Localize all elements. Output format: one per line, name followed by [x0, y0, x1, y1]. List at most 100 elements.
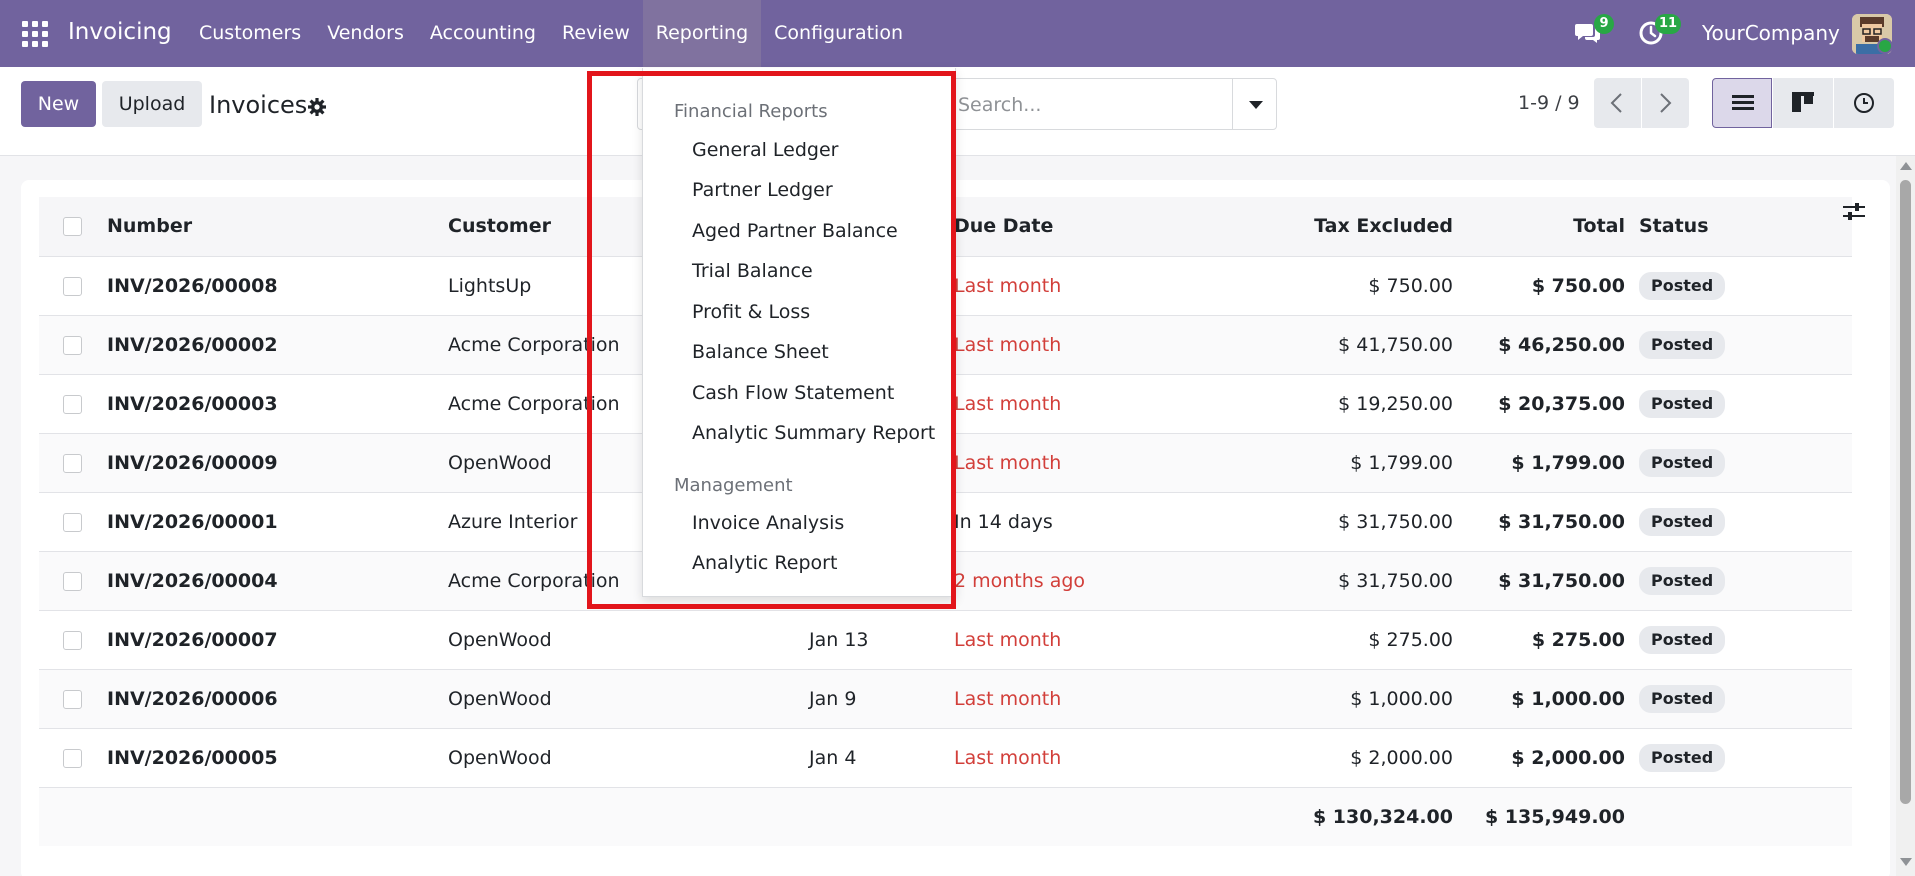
status-badge: Posted: [1639, 566, 1726, 595]
tax-excluded-amount: $ 31,750.00: [1154, 551, 1453, 611]
total-amount: $ 2,000.00: [1453, 728, 1625, 788]
kanban-view-button[interactable]: [1773, 78, 1833, 128]
vertical-scrollbar[interactable]: [1896, 156, 1915, 876]
kanban-view-icon: [1792, 92, 1814, 112]
customer-name: OpenWood: [448, 728, 809, 788]
due-date: Last month: [954, 433, 1154, 493]
upload-button[interactable]: Upload: [102, 81, 202, 127]
column-header-due-date[interactable]: Due Date: [954, 197, 1154, 257]
total-amount: $ 1,799.00: [1453, 433, 1625, 493]
total-amount: $ 46,250.00: [1453, 315, 1625, 375]
invoice-date: Jan 13: [809, 610, 954, 670]
due-date: In 14 days: [954, 492, 1154, 552]
app-name[interactable]: Invoicing: [68, 19, 172, 45]
menu-reporting[interactable]: Reporting: [642, 0, 762, 67]
invoice-number: INV/2026/00006: [107, 669, 448, 729]
search-input[interactable]: [958, 91, 1208, 119]
tax-excluded-amount: $ 750.00: [1154, 256, 1453, 316]
invoice-number: INV/2026/00001: [107, 492, 448, 552]
invoice-number: INV/2026/00008: [107, 256, 448, 316]
select-all-checkbox[interactable]: [63, 217, 82, 237]
tax-excluded-amount: $ 31,750.00: [1154, 492, 1453, 552]
column-header-total[interactable]: Total: [1453, 197, 1625, 257]
invoice-date: Jan 4: [809, 728, 954, 788]
row-checkbox[interactable]: [63, 335, 82, 355]
list-view-icon: [1732, 95, 1754, 110]
chevron-left-icon: [1610, 93, 1622, 113]
status-badge: Posted: [1639, 684, 1726, 713]
status-badge: Posted: [1639, 448, 1726, 477]
tax-excluded-amount: $ 1,799.00: [1154, 433, 1453, 493]
tax-excluded-amount: $ 2,000.00: [1154, 728, 1453, 788]
activity-view-button[interactable]: [1834, 78, 1894, 128]
chat-count-badge: 9: [1594, 14, 1614, 34]
row-checkbox[interactable]: [63, 512, 82, 532]
list-view-button[interactable]: [1712, 78, 1772, 128]
pager-next-button[interactable]: [1642, 78, 1689, 128]
column-header-tax-excluded[interactable]: Tax Excluded: [1154, 197, 1453, 257]
menu-configuration[interactable]: Configuration: [761, 0, 916, 67]
tax-excluded-amount: $ 19,250.00: [1154, 374, 1453, 434]
gear-icon[interactable]: [307, 97, 327, 117]
company-switcher[interactable]: YourCompany: [1702, 21, 1840, 45]
row-checkbox[interactable]: [63, 394, 82, 414]
online-status-dot: [1877, 38, 1893, 54]
due-date: Last month: [954, 256, 1154, 316]
menu-accounting[interactable]: Accounting: [417, 0, 549, 67]
pager-previous-button[interactable]: [1594, 78, 1641, 128]
invoice-number: INV/2026/00003: [107, 374, 448, 434]
tax-excluded-amount: $ 275.00: [1154, 610, 1453, 670]
row-checkbox[interactable]: [63, 571, 82, 591]
status-badge: Posted: [1639, 625, 1726, 654]
column-header-status[interactable]: Status: [1625, 197, 1852, 257]
due-date: 2 months ago: [954, 551, 1154, 611]
scroll-down-arrow-icon[interactable]: [1900, 858, 1912, 866]
row-checkbox[interactable]: [63, 453, 82, 473]
invoice-number: INV/2026/00009: [107, 433, 448, 493]
new-button[interactable]: New: [21, 81, 96, 127]
total-amount: $ 20,375.00: [1453, 374, 1625, 434]
menu-customers[interactable]: Customers: [186, 0, 314, 67]
main-menu: Customers Vendors Accounting Review Repo…: [186, 0, 916, 67]
menu-review[interactable]: Review: [549, 0, 643, 67]
pager-value[interactable]: 1-9 / 9: [1518, 92, 1580, 114]
chevron-right-icon: [1660, 93, 1672, 113]
table-row[interactable]: INV/2026/00005 OpenWood Jan 4 Last month $ 2…: [39, 728, 1852, 788]
sum-tax-excluded: $ 130,324.00: [1312, 805, 1453, 828]
app-switcher-icon[interactable]: [22, 21, 48, 47]
tax-excluded-amount: $ 41,750.00: [1154, 315, 1453, 375]
customer-name: OpenWood: [448, 669, 809, 729]
control-panel: New Upload Invoices 1-9 / 9: [0, 67, 1915, 156]
row-checkbox[interactable]: [63, 276, 82, 296]
tax-excluded-amount: $ 1,000.00: [1154, 669, 1453, 729]
row-checkbox[interactable]: [63, 689, 82, 709]
due-date: Last month: [954, 610, 1154, 670]
search-options-toggle[interactable]: [1232, 79, 1276, 129]
column-header-number[interactable]: Number: [107, 197, 448, 257]
invoice-number: INV/2026/00002: [107, 315, 448, 375]
total-amount: $ 1,000.00: [1453, 669, 1625, 729]
page-title: Invoices: [209, 91, 308, 119]
top-navbar: Invoicing Customers Vendors Accounting R…: [0, 0, 1915, 67]
row-checkbox[interactable]: [63, 748, 82, 768]
status-badge: Posted: [1639, 330, 1726, 359]
table-row[interactable]: INV/2026/00006 OpenWood Jan 9 Last month $ 1…: [39, 669, 1852, 729]
clock-icon: [1854, 93, 1874, 113]
optional-columns-icon[interactable]: [1842, 202, 1866, 222]
total-amount: $ 275.00: [1453, 610, 1625, 670]
status-badge: Posted: [1639, 271, 1726, 300]
totals-row: $ 130,324.00 $ 135,949.00: [39, 787, 1852, 846]
total-amount: $ 31,750.00: [1453, 551, 1625, 611]
invoice-number: INV/2026/00005: [107, 728, 448, 788]
invoice-number: INV/2026/00004: [107, 551, 448, 611]
invoice-date: Jan 9: [809, 669, 954, 729]
invoice-number: INV/2026/00007: [107, 610, 448, 670]
row-checkbox[interactable]: [63, 630, 82, 650]
menu-vendors[interactable]: Vendors: [314, 0, 417, 67]
scroll-thumb[interactable]: [1900, 180, 1911, 804]
status-badge: Posted: [1639, 507, 1726, 536]
total-amount: $ 31,750.00: [1453, 492, 1625, 552]
scroll-up-arrow-icon[interactable]: [1900, 162, 1912, 170]
table-row[interactable]: INV/2026/00007 OpenWood Jan 13 Last month $ …: [39, 610, 1852, 670]
sum-total: $ 135,949.00: [1484, 805, 1625, 828]
